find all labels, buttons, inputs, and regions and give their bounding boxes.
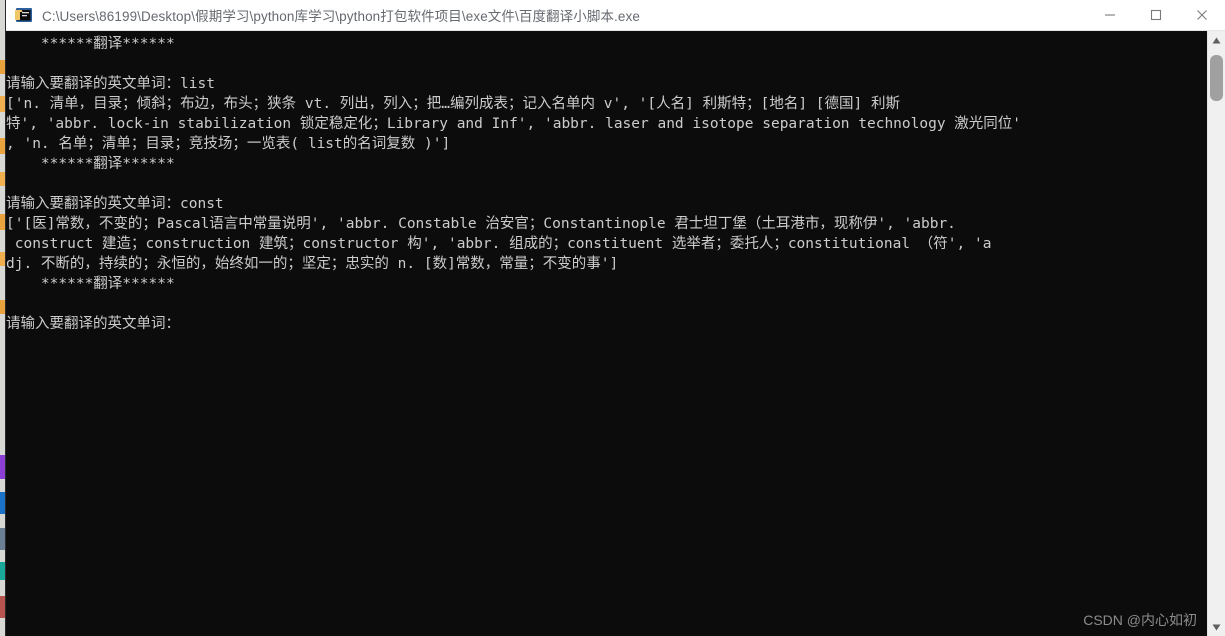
console-line: , 'n. 名单；清单；目录；竞技场；一览表( list的名词复数 )']: [6, 136, 451, 152]
console-line: ******翻译******: [6, 156, 175, 172]
console-line: ['n. 清单，目录；倾斜；布边，布头；狭条 vt. 列出，列入；把…编列成表；…: [6, 96, 900, 112]
window-title: C:\Users\86199\Desktop\假期学习\python库学习\py…: [42, 9, 640, 24]
maximize-icon: [1150, 9, 1162, 21]
console-line: ['[医]常数，不变的；Pascal语言中常量说明', 'abbr. Const…: [6, 216, 956, 232]
console-line: 请输入要翻译的英文单词：: [6, 316, 180, 332]
console-line: dj. 不断的，持续的；永恒的，始终如一的；坚定；忠实的 n. [数]常数，常量…: [6, 256, 619, 272]
minimize-button[interactable]: [1087, 0, 1133, 31]
console-exe-icon: [14, 5, 34, 25]
maximize-button[interactable]: [1133, 0, 1179, 31]
console-text-buffer: ******翻译****** 请输入要翻译的英文单词：list ['n. 清单，目…: [6, 31, 1207, 334]
chevron-down-icon: [1212, 624, 1221, 630]
console-output-area[interactable]: ******翻译****** 请输入要翻译的英文单词：list ['n. 清单，目…: [6, 31, 1207, 636]
vertical-scrollbar[interactable]: [1207, 31, 1225, 636]
chevron-up-icon: [1212, 37, 1221, 43]
csdn-watermark: CSDN @内心如初: [1083, 612, 1197, 628]
close-icon: [1197, 10, 1207, 20]
close-button[interactable]: [1179, 0, 1225, 31]
console-window: C:\Users\86199\Desktop\假期学习\python库学习\py…: [6, 0, 1225, 636]
console-line: construct 建造；construction 建筑；constructor…: [6, 236, 992, 252]
scrollbar-thumb[interactable]: [1210, 55, 1223, 101]
scrollbar-track[interactable]: [1208, 49, 1225, 618]
console-line: 请输入要翻译的英文单词：list: [6, 76, 215, 92]
console-line: 特', 'abbr. lock-in stabilization 锁定稳定化；L…: [6, 116, 1022, 132]
scrollbar-up-button[interactable]: [1208, 31, 1225, 49]
minimize-icon: [1105, 14, 1115, 16]
scrollbar-down-button[interactable]: [1208, 618, 1225, 636]
console-line: ******翻译******: [6, 276, 175, 292]
title-bar[interactable]: C:\Users\86199\Desktop\假期学习\python库学习\py…: [6, 0, 1225, 31]
console-line: 请输入要翻译的英文单词：const: [6, 196, 224, 212]
console-line: ******翻译******: [6, 36, 175, 52]
